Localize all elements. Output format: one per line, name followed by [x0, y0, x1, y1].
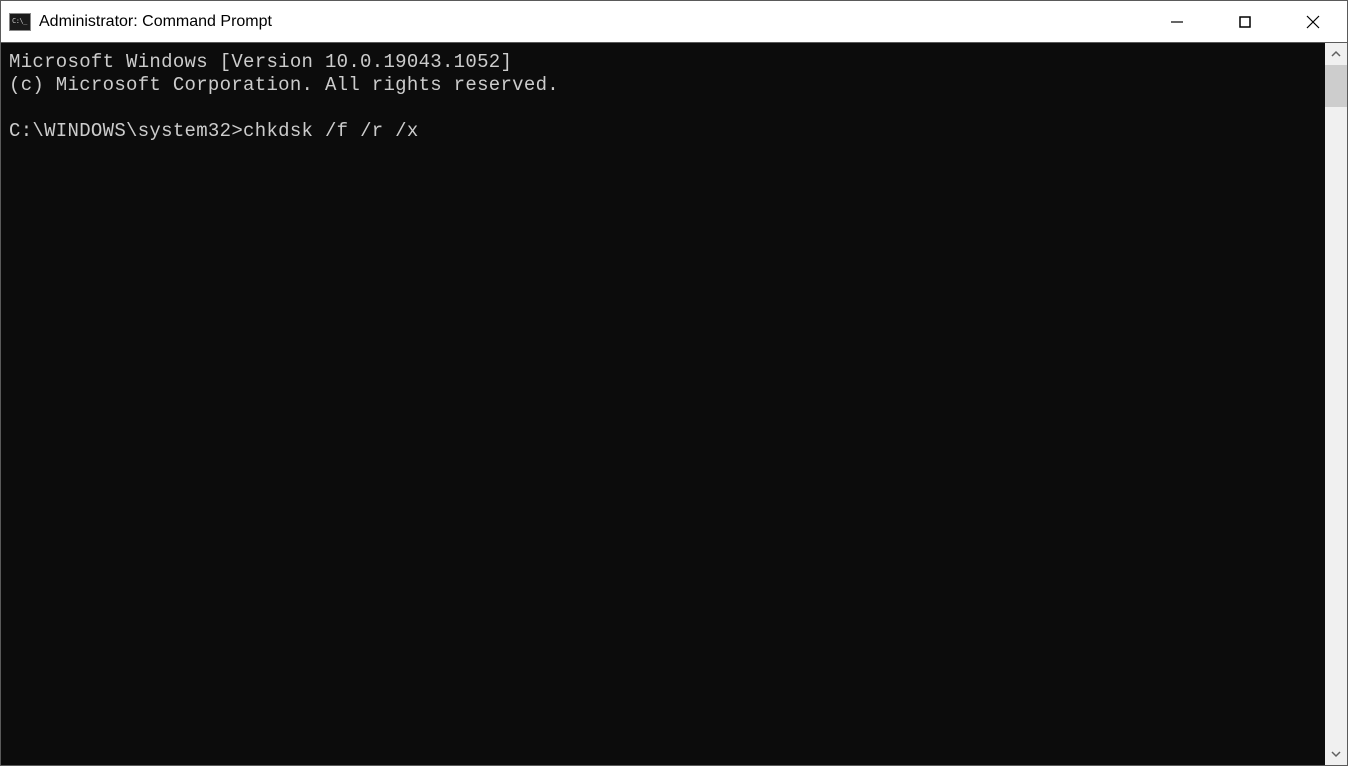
close-icon [1306, 15, 1320, 29]
terminal-content[interactable]: Microsoft Windows [Version 10.0.19043.10… [1, 43, 1325, 765]
chevron-down-icon [1331, 749, 1341, 759]
titlebar[interactable]: Administrator: Command Prompt [1, 1, 1347, 43]
scrollbar-up-button[interactable] [1325, 43, 1347, 65]
window-title: Administrator: Command Prompt [39, 13, 272, 31]
window-controls [1143, 1, 1347, 42]
terminal-command: chkdsk /f /r /x [243, 120, 419, 142]
terminal-prompt: C:\WINDOWS\system32> [9, 120, 243, 142]
terminal-area: Microsoft Windows [Version 10.0.19043.10… [1, 43, 1347, 765]
chevron-up-icon [1331, 49, 1341, 59]
maximize-button[interactable] [1211, 1, 1279, 42]
maximize-icon [1238, 15, 1252, 29]
scrollbar-down-button[interactable] [1325, 743, 1347, 765]
scrollbar-track[interactable] [1325, 65, 1347, 743]
minimize-icon [1170, 15, 1184, 29]
titlebar-left: Administrator: Command Prompt [1, 13, 1143, 31]
terminal-line-copyright: (c) Microsoft Corporation. All rights re… [9, 74, 559, 96]
command-prompt-window: Administrator: Command Prompt Micr [0, 0, 1348, 766]
vertical-scrollbar[interactable] [1325, 43, 1347, 765]
minimize-button[interactable] [1143, 1, 1211, 42]
cmd-icon [9, 13, 31, 31]
terminal-line-version: Microsoft Windows [Version 10.0.19043.10… [9, 51, 512, 73]
close-button[interactable] [1279, 1, 1347, 42]
scrollbar-thumb[interactable] [1325, 65, 1347, 107]
